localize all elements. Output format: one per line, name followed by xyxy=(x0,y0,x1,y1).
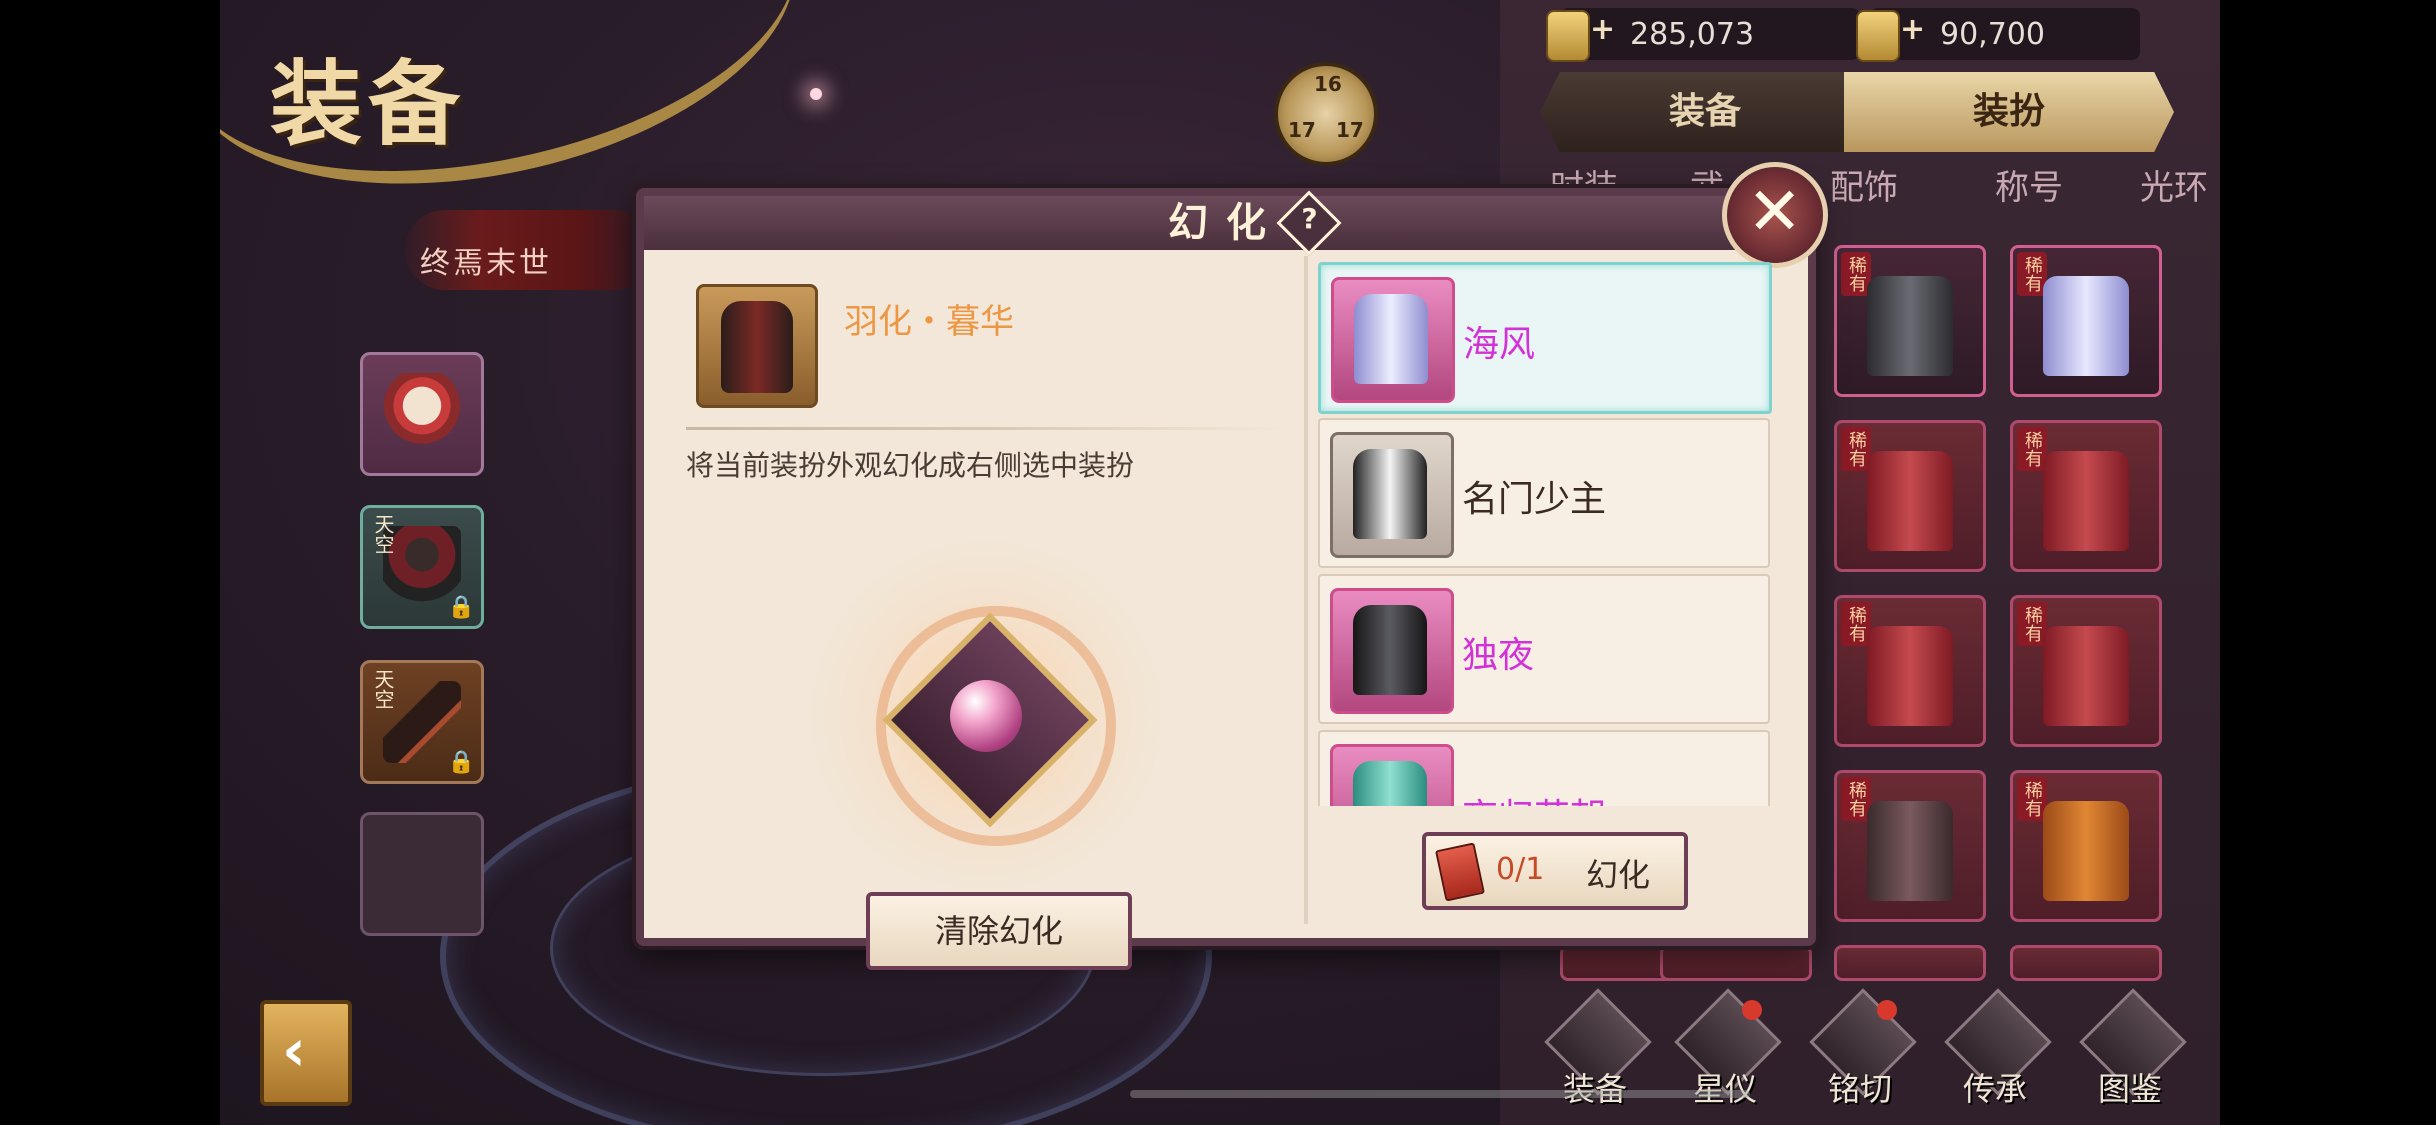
divider xyxy=(686,427,1286,430)
outfit-figure xyxy=(1354,294,1428,384)
outfit-thumbnail xyxy=(1330,588,1454,714)
transform-dialog: 幻化 ? ✕ 羽化・暮华 将当前装扮外观幻化成右侧选中装扮 清除幻化 海风 名门… xyxy=(636,162,1828,970)
ticket-count: 0/1 xyxy=(1496,852,1545,887)
transform-button[interactable]: 0/1 幻化 xyxy=(1422,832,1688,910)
outfit-name: 独夜 xyxy=(1462,635,1535,676)
question-icon: ? xyxy=(1301,201,1318,235)
outfit-thumbnail xyxy=(1331,277,1455,403)
current-outfit-thumbnail xyxy=(696,284,818,408)
close-button[interactable]: ✕ xyxy=(1722,162,1828,268)
divider xyxy=(1304,256,1308,924)
list-item[interactable]: 独夜 xyxy=(1318,574,1770,724)
outfit-figure xyxy=(1353,605,1427,695)
character-orb-icon xyxy=(950,680,1022,752)
modal-overlay: 幻化 ? ✕ 羽化・暮华 将当前装扮外观幻化成右侧选中装扮 清除幻化 海风 名门… xyxy=(0,0,2436,1125)
outfit-figure xyxy=(1353,449,1427,539)
list-item[interactable]: 名门少主 xyxy=(1318,418,1770,568)
current-outfit-name: 羽化・暮华 xyxy=(844,302,1014,342)
list-item[interactable]: 海风 xyxy=(1318,262,1772,414)
dialog-title: 幻化 xyxy=(1168,199,1284,246)
transform-button-label: 幻化 xyxy=(1586,856,1651,894)
outfit-figure xyxy=(721,301,793,393)
transform-ticket-icon xyxy=(1435,842,1485,902)
outfit-list[interactable]: 海风 名门少主 独夜 夜归花朝 xyxy=(1318,262,1774,806)
outfit-name: 海风 xyxy=(1463,324,1536,365)
outfit-name: 名门少主 xyxy=(1462,479,1607,520)
clear-transform-button[interactable]: 清除幻化 xyxy=(866,892,1132,970)
outfit-thumbnail xyxy=(1330,744,1454,806)
transform-orb xyxy=(806,536,1166,896)
list-item[interactable]: 夜归花朝 xyxy=(1318,730,1770,806)
outfit-thumbnail xyxy=(1330,432,1454,558)
close-icon: ✕ xyxy=(1747,173,1803,250)
dialog-description: 将当前装扮外观幻化成右侧选中装扮 xyxy=(686,449,1135,482)
current-appearance-pane: 羽化・暮华 将当前装扮外观幻化成右侧选中装扮 清除幻化 xyxy=(650,256,1300,970)
outfit-figure xyxy=(1353,761,1427,806)
outfit-name: 夜归花朝 xyxy=(1462,788,1606,806)
